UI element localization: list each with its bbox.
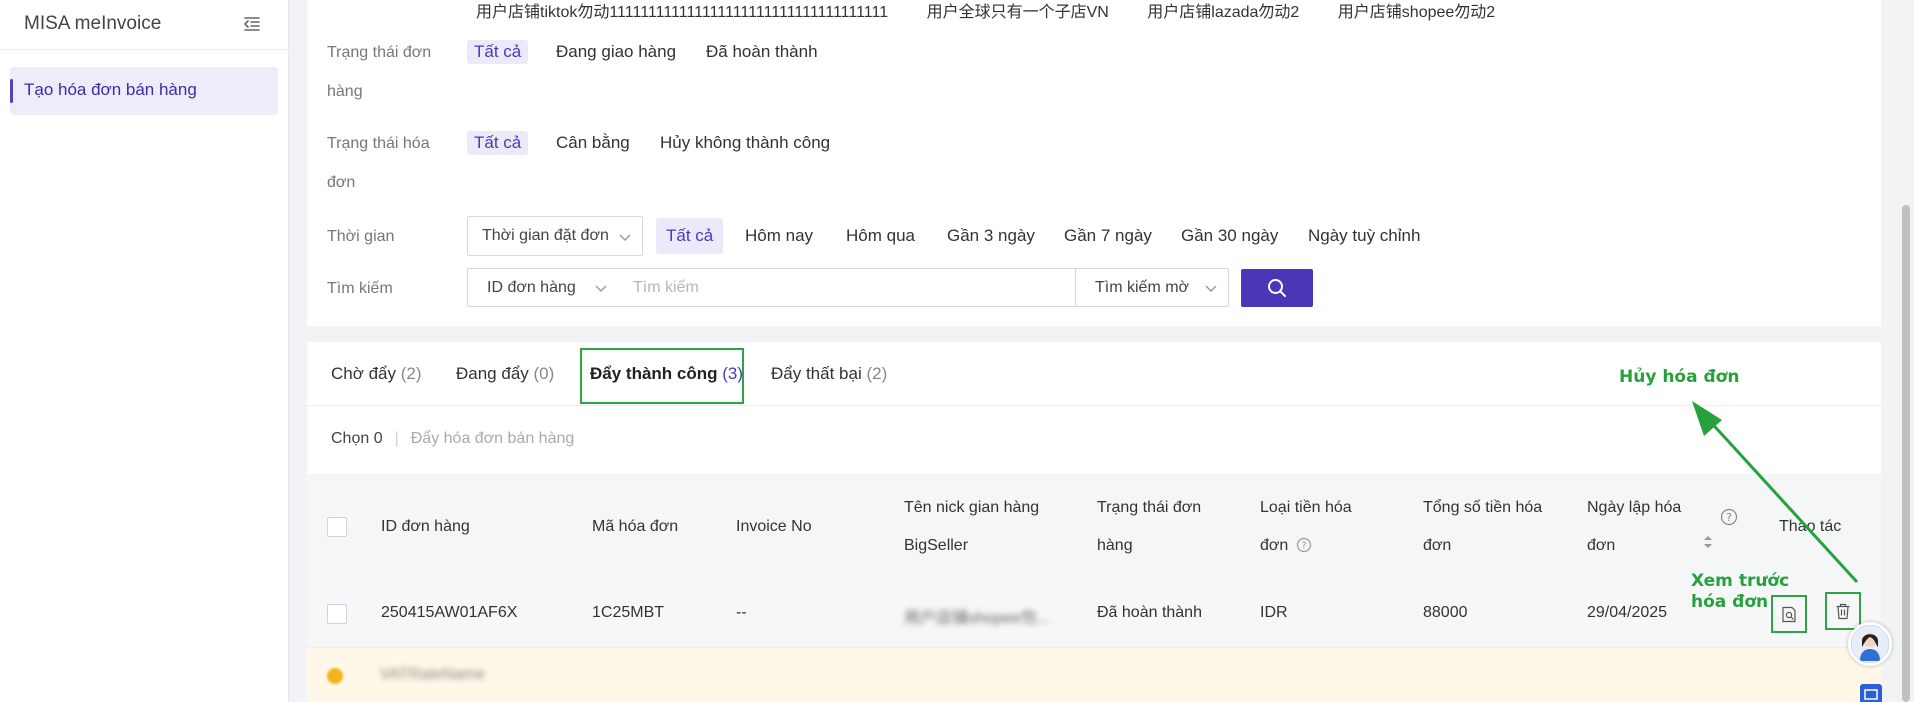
support-avatar[interactable] <box>1848 622 1892 666</box>
annotation-cancel-invoice: Hủy hóa đơn <box>1619 367 1740 387</box>
annotation-arrow <box>1692 401 1859 584</box>
annotation-preview-invoice: Xem trước hóa đơn <box>1691 571 1790 612</box>
support-agent-icon <box>1851 625 1889 663</box>
message-icon <box>1864 689 1878 700</box>
scrollbar-thumb[interactable] <box>1902 205 1910 702</box>
chat-widget-button[interactable] <box>1860 684 1882 702</box>
